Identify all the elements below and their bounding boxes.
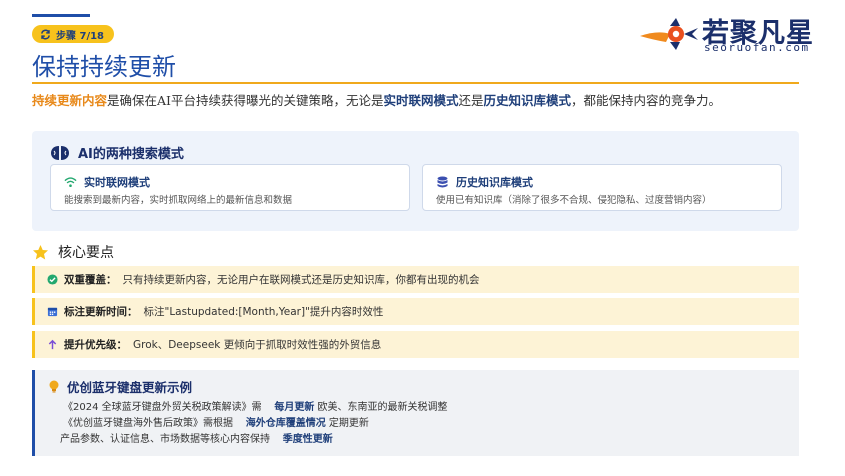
key-point-label: 双重覆盖： [64,274,117,286]
calendar-icon [47,307,58,317]
key-point-item: 标注更新时间： 标注"Lastupdated:[Month,Year]"提升内容… [32,298,799,325]
mode-history-title-row: 历史知识库模式 [436,174,533,190]
intro-highlight-history: 历史知识库模式 [483,93,572,108]
page-title: 保持持续更新 [32,53,176,81]
search-modes-title: AI的两种搜索模式 [78,147,184,162]
example-title: 优创蓝牙键盘更新示例 [67,380,193,395]
intro-paragraph: 持续更新内容是确保在AI平台持续获得曝光的关键策略，无论是实时联网模式还是历史知… [32,92,802,110]
example-line: 《优创蓝牙键盘海外售后政策》需根据 海外仓库覆盖情况 定期更新 [63,414,369,429]
intro-highlight-update: 持续更新内容 [32,93,108,108]
top-accent-bar [32,14,90,17]
update-example-panel: 优创蓝牙键盘更新示例 《2024 全球蓝牙键盘外贸关税政策解读》需 每月更新 欧… [32,370,799,456]
intro-text-3: ，都能保持内容的竞争力。 [571,93,722,108]
example-line-detail: 定期更新 [328,418,369,429]
mode-history-title: 历史知识库模式 [456,176,533,189]
title-divider [32,82,799,84]
brand-logo: 若聚凡星 seoruofan.com [640,11,830,55]
key-point-item: 提升优先级： Grok、Deepseek 更倾向于抓取时效性强的外贸信息 [32,331,799,358]
lightbulb-icon [49,380,59,393]
key-point-label: 标注更新时间： [64,306,138,318]
mode-realtime-title-row: 实时联网模式 [64,174,150,190]
key-points-heading: 核心要点 [32,242,114,262]
example-line-text: 《2024 全球蓝牙键盘外贸关税政策解读》需 [63,402,262,413]
search-modes-panel: AI的两种搜索模式 实时联网模式 能搜索到最新内容，实时抓取网络上的最新信息和数… [32,131,799,231]
check-circle-icon [47,274,58,285]
arrow-up-icon [48,339,57,350]
database-icon [437,176,448,188]
mode-card-history: 历史知识库模式 使用已有知识库（消除了很多不合规、侵犯隐私、过度营销内容） [422,164,782,211]
intro-text-1: 是确保在AI平台持续获得曝光的关键策略，无论是 [107,93,384,108]
brain-icon [51,145,69,160]
example-line-text: 《优创蓝牙键盘海外售后政策》需根据 [63,418,233,429]
example-line-emphasis: 海外仓库覆盖情况 [245,418,326,429]
search-modes-heading: AI的两种搜索模式 [50,143,184,162]
mode-card-realtime: 实时联网模式 能搜索到最新内容，实时抓取网络上的最新信息和数据 [50,164,410,211]
key-point-text: 只有持续更新内容，无论用户在联网模式还是历史知识库，你都有出现的机会 [122,274,480,286]
example-line-text: 产品参数、认证信息、市场数据等核心内容保持 [60,434,270,445]
example-line-emphasis: 季度性更新 [282,434,333,445]
star-icon [33,244,48,259]
intro-highlight-realtime: 实时联网模式 [383,93,459,108]
step-label: 步骤 7/18 [56,30,105,42]
logo-domain: seoruofan.com [704,41,810,54]
mode-realtime-desc: 能搜索到最新内容，实时抓取网络上的最新信息和数据 [64,195,293,206]
example-line: 产品参数、认证信息、市场数据等核心内容保持 季度性更新 [60,430,333,445]
refresh-icon [41,29,50,39]
key-point-item: 双重覆盖： 只有持续更新内容，无论用户在联网模式还是历史知识库，你都有出现的机会 [32,266,799,293]
rocket-logo-icon [640,18,698,50]
example-heading: 优创蓝牙键盘更新示例 [48,377,192,396]
example-line: 《2024 全球蓝牙键盘外贸关税政策解读》需 每月更新 欧美、东南亚的最新关税调… [63,398,448,413]
key-point-label: 提升优先级： [64,339,127,351]
key-point-text: 标注"Lastupdated:[Month,Year]"提升内容时效性 [143,306,384,318]
wifi-icon [64,177,77,188]
key-points-title: 核心要点 [58,245,114,261]
mode-history-desc: 使用已有知识库（消除了很多不合规、侵犯隐私、过度营销内容） [436,195,712,206]
mode-realtime-title: 实时联网模式 [84,176,150,189]
intro-text-2: 还是 [458,93,484,108]
key-point-text: Grok、Deepseek 更倾向于抓取时效性强的外贸信息 [133,339,382,351]
example-line-emphasis: 每月更新 [274,402,315,413]
example-line-detail: 欧美、东南亚的最新关税调整 [317,402,448,413]
step-badge: 步骤 7/18 [32,25,115,43]
